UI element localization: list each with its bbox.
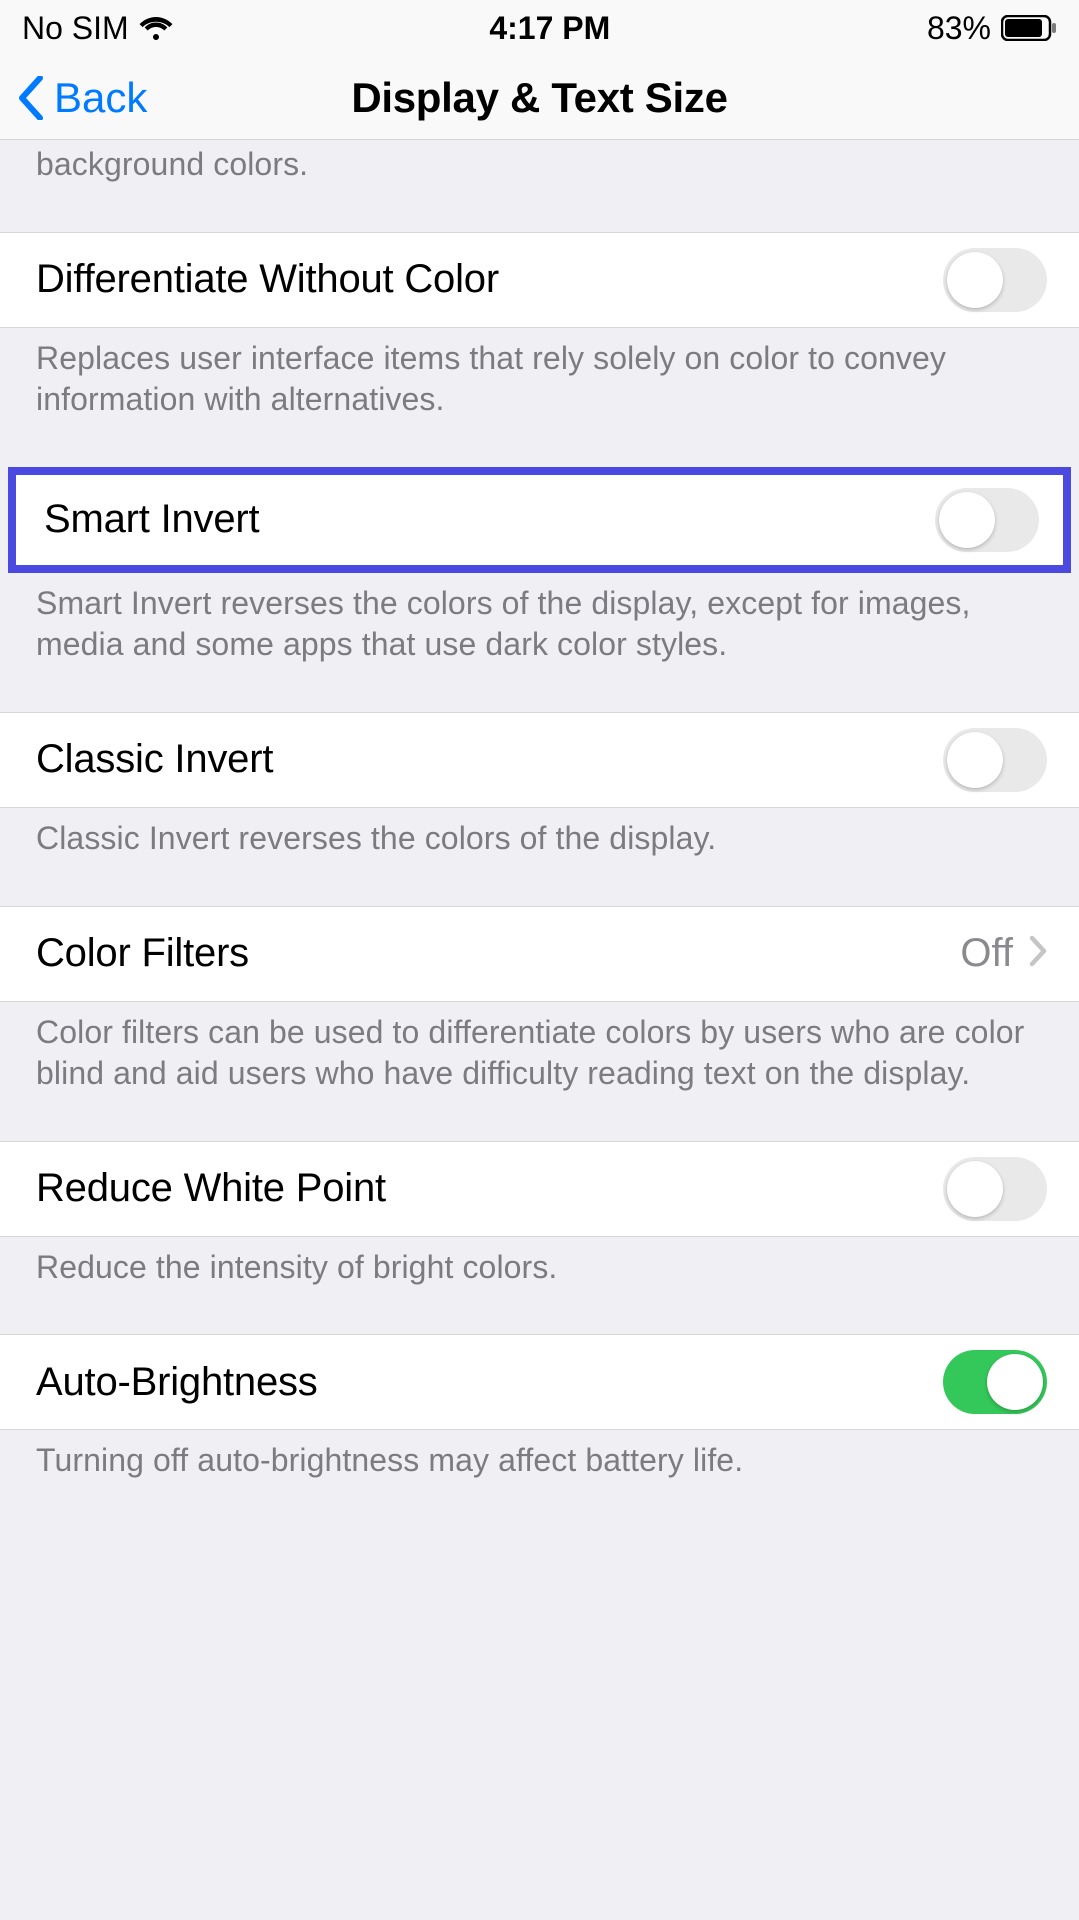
row-reduce-white-point[interactable]: Reduce White Point bbox=[0, 1141, 1079, 1237]
wifi-icon bbox=[139, 15, 173, 41]
row-color-filters[interactable]: Color Filters Off bbox=[0, 906, 1079, 1002]
nav-bar: Back Display & Text Size bbox=[0, 56, 1079, 140]
row-label: Differentiate Without Color bbox=[36, 257, 499, 302]
row-label: Classic Invert bbox=[36, 737, 273, 782]
row-value: Off bbox=[960, 931, 1013, 976]
toggle-auto-brightness[interactable] bbox=[943, 1350, 1047, 1414]
toggle-smart-invert[interactable] bbox=[935, 488, 1039, 552]
row-label: Color Filters bbox=[36, 931, 249, 976]
row-differentiate-without-color[interactable]: Differentiate Without Color bbox=[0, 232, 1079, 328]
status-left: No SIM bbox=[22, 10, 173, 47]
row-smart-invert[interactable]: Smart Invert bbox=[8, 467, 1071, 573]
row-reduce-white-point-footer: Reduce the intensity of bright colors. bbox=[0, 1237, 1079, 1335]
chevron-right-icon bbox=[1029, 935, 1047, 972]
chevron-left-icon bbox=[12, 74, 50, 122]
settings-content: background colors. Differentiate Without… bbox=[0, 140, 1079, 1528]
row-smart-invert-footer: Smart Invert reverses the colors of the … bbox=[0, 573, 1079, 712]
row-auto-brightness-footer: Turning off auto-brightness may affect b… bbox=[0, 1430, 1079, 1528]
page-title: Display & Text Size bbox=[351, 74, 727, 122]
toggle-reduce-white-point[interactable] bbox=[943, 1157, 1047, 1221]
status-time: 4:17 PM bbox=[489, 10, 610, 47]
back-button[interactable]: Back bbox=[12, 74, 147, 122]
row-classic-invert[interactable]: Classic Invert bbox=[0, 712, 1079, 808]
row-classic-invert-footer: Classic Invert reverses the colors of th… bbox=[0, 808, 1079, 906]
back-label: Back bbox=[54, 74, 147, 122]
battery-icon bbox=[1001, 15, 1057, 41]
row-label: Reduce White Point bbox=[36, 1166, 386, 1211]
toggle-classic-invert[interactable] bbox=[943, 728, 1047, 792]
carrier-label: No SIM bbox=[22, 10, 129, 47]
row-color-filters-footer: Color filters can be used to differentia… bbox=[0, 1002, 1079, 1141]
row-auto-brightness[interactable]: Auto-Brightness bbox=[0, 1334, 1079, 1430]
status-right: 83% bbox=[927, 10, 1057, 47]
row-differentiate-without-color-footer: Replaces user interface items that rely … bbox=[0, 328, 1079, 467]
status-bar: No SIM 4:17 PM 83% bbox=[0, 0, 1079, 56]
prior-row-footer-fragment: background colors. bbox=[0, 140, 1079, 232]
row-label: Auto-Brightness bbox=[36, 1360, 318, 1405]
row-label: Smart Invert bbox=[44, 497, 259, 542]
toggle-differentiate-without-color[interactable] bbox=[943, 248, 1047, 312]
battery-percent: 83% bbox=[927, 10, 991, 47]
highlight-smart-invert: Smart Invert bbox=[8, 467, 1071, 573]
